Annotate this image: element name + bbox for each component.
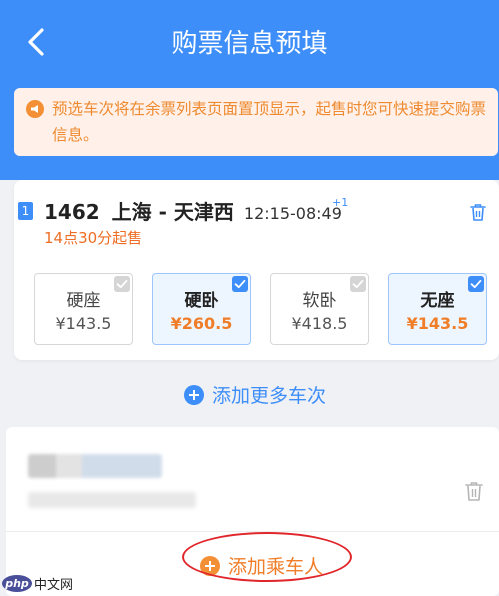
notice-banner: 预选车次将在余票列表页面置顶显示，起售时您可快速提交购票信息。 [14, 88, 498, 156]
trash-icon [465, 482, 483, 501]
seat-name: 硬卧 [184, 291, 219, 311]
trash-icon [470, 204, 486, 221]
plus-circle-icon [184, 384, 204, 405]
watermark: php 中文网 [2, 574, 73, 593]
sale-time: 14点30分起售 [44, 229, 143, 247]
add-train-button[interactable]: 添加更多车次 [184, 381, 326, 408]
train-route: 上海 - 天津西 [111, 200, 234, 224]
seat-option-no-seat[interactable]: 无座 ¥143.5 [388, 273, 487, 345]
delete-passenger-button[interactable] [464, 480, 484, 502]
train-index-badge: 1 [18, 202, 33, 220]
notice-text: 预选车次将在余票列表页面置顶显示，起售时您可快速提交购票信息。 [52, 100, 487, 144]
delete-train-button[interactable] [469, 202, 487, 222]
page-title: 购票信息预填 [171, 29, 328, 59]
add-train-label: 添加更多车次 [212, 385, 327, 407]
seat-option-hard-seat[interactable]: 硬座 ¥143.5 [34, 273, 133, 345]
passenger-id-redacted [28, 492, 196, 508]
highlight-annotation [182, 532, 352, 582]
passenger-name-redacted [28, 454, 162, 478]
seat-name: 硬座 [66, 291, 101, 311]
megaphone-icon [26, 100, 44, 118]
train-card: 1 1462 上海 - 天津西 12:15-08:49 +1 14点30分起售 … [14, 180, 499, 360]
train-time: 12:15-08:49 [243, 204, 342, 223]
seat-option-soft-sleeper[interactable]: 软卧 ¥418.5 [270, 273, 369, 345]
seat-option-hard-sleeper[interactable]: 硬卧 ¥260.5 [152, 273, 251, 345]
seat-price: ¥143.5 [55, 314, 112, 333]
seat-name: 无座 [420, 291, 455, 311]
seat-name: 软卧 [302, 291, 337, 311]
seat-price: ¥143.5 [406, 314, 469, 333]
app-header: 购票信息预填 预选车次将在余票列表页面置顶显示，起售时您可快速提交购票信息。 [0, 0, 499, 180]
train-summary: 1462 上海 - 天津西 12:15-08:49 [44, 196, 342, 224]
seat-price: ¥260.5 [170, 314, 233, 333]
watermark-logo: php [2, 575, 32, 592]
train-number: 1462 [44, 200, 100, 224]
seat-price: ¥418.5 [291, 314, 348, 333]
watermark-text: 中文网 [34, 578, 74, 593]
day-offset: +1 [332, 196, 349, 209]
